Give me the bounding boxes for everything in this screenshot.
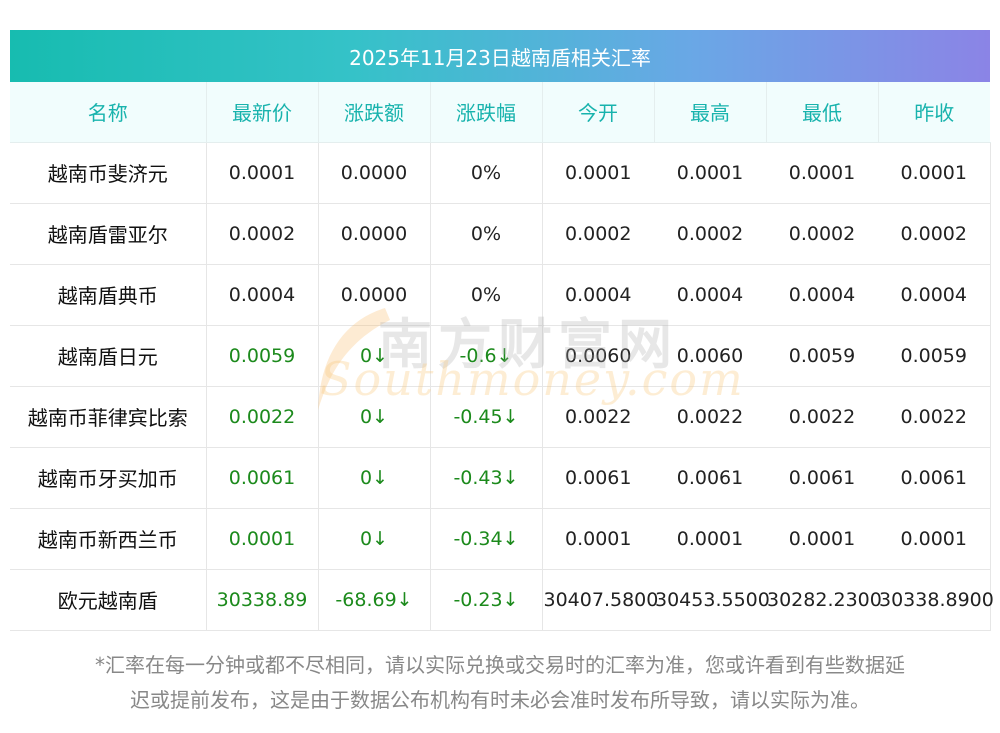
cell-open: 0.0061 — [541, 447, 654, 509]
cell-high: 0.0002 — [654, 203, 766, 265]
cell-open: 30407.5800 — [541, 569, 658, 631]
rate-table: 名称 最新价 涨跌额 涨跌幅 今开 最高 最低 昨收 越南币斐济元 0.0001 0… — [10, 82, 994, 631]
cell-change-pct: -0.45↓ — [429, 386, 542, 448]
cell-latest: 30338.89 — [205, 569, 318, 631]
page-title: 2025年11月23日越南盾相关汇率 — [10, 30, 990, 82]
cell-change-pct: -0.34↓ — [429, 508, 542, 570]
header-high: 最高 — [653, 82, 766, 143]
cell-open: 0.0060 — [541, 325, 654, 387]
cell-latest: 0.0001 — [205, 508, 318, 570]
cell-high: 0.0061 — [654, 447, 766, 509]
footnote-line-1: *汇率在每一分钟或都不尽相同，请以实际兑换或交易时的汇率为准，您或许看到有些数据… — [95, 653, 905, 677]
cell-change-pct: 0% — [429, 203, 542, 265]
cell-change: 0↓ — [317, 386, 430, 448]
cell-latest: 0.0004 — [205, 264, 318, 326]
table-row: 越南盾典币 0.0004 0.0000 0% 0.0004 0.0004 0.0004 0.0… — [10, 264, 991, 326]
header-low: 最低 — [765, 82, 878, 143]
cell-low: 0.0004 — [766, 264, 878, 326]
cell-high: 0.0022 — [654, 386, 766, 448]
cell-low: 30282.2300 — [766, 569, 882, 631]
cell-high: 0.0001 — [654, 142, 766, 204]
cell-latest: 0.0061 — [205, 447, 318, 509]
cell-change: 0↓ — [317, 508, 430, 570]
header-open: 今开 — [541, 82, 654, 143]
cell-prev-close: 0.0022 — [878, 386, 991, 448]
cell-name: 越南币斐济元 — [10, 142, 206, 204]
header-name: 名称 — [10, 82, 206, 143]
cell-change-pct: 0% — [429, 264, 542, 326]
footnote: *汇率在每一分钟或都不尽相同，请以实际兑换或交易时的汇率为准，您或许看到有些数据… — [10, 648, 990, 718]
cell-change-pct: -0.6↓ — [429, 325, 542, 387]
cell-high: 0.0060 — [654, 325, 766, 387]
cell-name: 越南币牙买加币 — [10, 447, 206, 509]
cell-change: 0.0000 — [317, 203, 430, 265]
table-row: 越南币新西兰币 0.0001 0↓ -0.34↓ 0.0001 0.0001 0.0001 0… — [10, 508, 991, 570]
cell-prev-close: 0.0001 — [878, 142, 991, 204]
cell-name: 欧元越南盾 — [10, 569, 206, 631]
cell-high: 30453.5500 — [654, 569, 770, 631]
cell-change: 0↓ — [317, 325, 430, 387]
cell-open: 0.0004 — [541, 264, 654, 326]
cell-open: 0.0001 — [541, 508, 654, 570]
cell-open: 0.0002 — [541, 203, 654, 265]
table-row: 越南盾日元 0.0059 0↓ -0.6↓ 0.0060 0.0060 0.0059 0.00… — [10, 325, 991, 387]
table-header-row: 名称 最新价 涨跌额 涨跌幅 今开 最高 最低 昨收 — [10, 82, 990, 143]
rate-panel: 2025年11月23日越南盾相关汇率 名称 最新价 涨跌额 涨跌幅 今开 最高 … — [10, 30, 994, 631]
cell-open: 0.0001 — [541, 142, 654, 204]
cell-prev-close: 0.0004 — [878, 264, 991, 326]
cell-name: 越南盾典币 — [10, 264, 206, 326]
cell-high: 0.0004 — [654, 264, 766, 326]
cell-latest: 0.0002 — [205, 203, 318, 265]
cell-change: -68.69↓ — [317, 569, 430, 631]
table-row: 欧元越南盾 30338.89 -68.69↓ -0.23↓ 30407.5800 3045… — [10, 569, 994, 631]
cell-name: 越南币菲律宾比索 — [10, 386, 206, 448]
cell-change-pct: -0.23↓ — [429, 569, 542, 631]
cell-latest: 0.0059 — [205, 325, 318, 387]
cell-change: 0.0000 — [317, 264, 430, 326]
cell-change-pct: -0.43↓ — [429, 447, 542, 509]
cell-low: 0.0001 — [766, 142, 878, 204]
cell-change: 0.0000 — [317, 142, 430, 204]
cell-latest: 0.0022 — [205, 386, 318, 448]
cell-low: 0.0059 — [766, 325, 878, 387]
header-change: 涨跌额 — [317, 82, 430, 143]
cell-name: 越南盾雷亚尔 — [10, 203, 206, 265]
cell-low: 0.0061 — [766, 447, 878, 509]
table-row: 越南盾雷亚尔 0.0002 0.0000 0% 0.0002 0.0002 0.0002 0.… — [10, 203, 991, 265]
header-prev-close: 昨收 — [877, 82, 990, 143]
cell-latest: 0.0001 — [205, 142, 318, 204]
cell-prev-close: 0.0002 — [878, 203, 991, 265]
cell-name: 越南币新西兰币 — [10, 508, 206, 570]
footnote-line-2: 迟或提前发布，这是由于数据公布机构有时未必会准时发布所导致，请以实际为准。 — [130, 688, 870, 712]
cell-prev-close: 30338.8900 — [878, 569, 994, 631]
cell-high: 0.0001 — [654, 508, 766, 570]
header-latest: 最新价 — [205, 82, 318, 143]
cell-name: 越南盾日元 — [10, 325, 206, 387]
table-row: 越南币斐济元 0.0001 0.0000 0% 0.0001 0.0001 0.0001 0.… — [10, 142, 991, 204]
cell-low: 0.0002 — [766, 203, 878, 265]
cell-open: 0.0022 — [541, 386, 654, 448]
cell-change: 0↓ — [317, 447, 430, 509]
table-row: 越南币牙买加币 0.0061 0↓ -0.43↓ 0.0061 0.0061 0.0061 0… — [10, 447, 991, 509]
cell-low: 0.0001 — [766, 508, 878, 570]
cell-change-pct: 0% — [429, 142, 542, 204]
cell-low: 0.0022 — [766, 386, 878, 448]
cell-prev-close: 0.0061 — [878, 447, 991, 509]
header-change-pct: 涨跌幅 — [429, 82, 542, 143]
cell-prev-close: 0.0001 — [878, 508, 991, 570]
cell-prev-close: 0.0059 — [878, 325, 991, 387]
table-row: 越南币菲律宾比索 0.0022 0↓ -0.45↓ 0.0022 0.0022 0.0022… — [10, 386, 991, 448]
